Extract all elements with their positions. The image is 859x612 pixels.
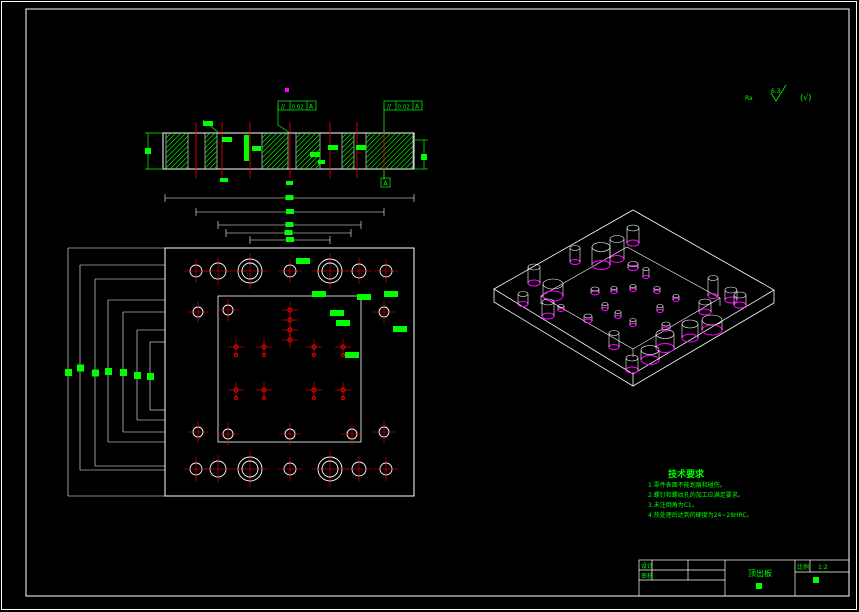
dim-label [77, 364, 84, 372]
iso-hole [629, 323, 637, 327]
sheet-inner-border [25, 8, 850, 597]
tol2-datum: A [415, 104, 420, 111]
iso-hole [681, 333, 699, 343]
dim-label [285, 222, 294, 227]
plan-holes [184, 253, 398, 487]
iso-hole [653, 290, 661, 294]
dim-label [285, 195, 294, 200]
plate-outline [164, 247, 415, 497]
title-row-label-1: 设计 [641, 562, 653, 570]
iso-hole [661, 326, 671, 332]
dim-label [147, 373, 154, 380]
iso-hole [527, 279, 541, 287]
iso-hole [642, 275, 650, 279]
tech-req-item-2: 2.螺钉和螺纹孔的加工应满足要求。 [648, 491, 744, 499]
roughness-value: 6.3 [771, 88, 781, 95]
callout-label [384, 291, 398, 297]
cad-drawing: // 0.02 A // 0.02 A A Ra 6.3 (√) 顶出板 比例 … [1, 1, 857, 610]
title-scale: 1:2 [818, 564, 828, 571]
dim-label [286, 237, 294, 242]
callout-label [393, 326, 407, 332]
iso-hole [569, 259, 581, 265]
svg-text:A: A [383, 180, 388, 188]
tol1-datum: A [309, 104, 314, 111]
tol1-value: 0.02 [292, 105, 304, 111]
iso-hole [610, 290, 618, 294]
isometric-view [493, 209, 775, 387]
callout-label [336, 320, 350, 326]
iso-hole [656, 309, 664, 313]
callout-label [330, 310, 344, 316]
section-view: // 0.02 A // 0.02 A A [145, 88, 428, 188]
dim-label [134, 372, 141, 379]
iso-hole [557, 308, 565, 312]
roughness-symbol: Ra 6.3 (√) [745, 84, 811, 102]
iso-hole [590, 290, 600, 296]
callout-label [296, 258, 310, 264]
iso-hole [608, 344, 620, 350]
tolerance-frame-2: // 0.02 A [383, 100, 423, 111]
roughness-paren: (√) [800, 93, 811, 102]
tolerance-frame-1: // 0.02 A [277, 100, 317, 111]
dim-label [286, 209, 294, 214]
tech-req-item-3: 3.未注倒角为C1。 [648, 501, 698, 509]
title-part-name: 顶出板 [748, 568, 772, 578]
roughness-label: Ra [745, 95, 753, 102]
iso-hole [626, 239, 640, 247]
plan-view [65, 194, 415, 497]
section-hatching [165, 132, 414, 170]
iso-hole [724, 296, 738, 304]
iso-hole [609, 255, 625, 263]
isometric-holes [517, 224, 747, 374]
iso-hole [698, 308, 712, 316]
dim-label [105, 368, 112, 375]
dim-label [120, 369, 127, 376]
dim-label [284, 230, 293, 235]
tol2-symbol: // [387, 104, 392, 111]
iso-hole [733, 301, 747, 309]
title-scale-label: 比例 [797, 563, 809, 571]
iso-hole [614, 315, 622, 319]
iso-hole [542, 290, 564, 302]
plan-dimensions [67, 194, 415, 497]
tech-req-item-1: 1.零件表面不能划痕和碰伤。 [648, 481, 726, 489]
iso-hole [625, 366, 639, 374]
iso-hole [541, 312, 555, 320]
dim-label [65, 369, 72, 376]
callout-label [345, 352, 359, 358]
tech-req-title: 技术要求 [668, 468, 705, 480]
tol2-value: 0.02 [398, 105, 410, 111]
callout-label [357, 294, 371, 300]
section-outline [162, 132, 415, 170]
callout-label [312, 291, 326, 297]
iso-hole [583, 318, 593, 324]
tech-req-item-4: 4.热处理后达到的硬度为24~28HRC。 [648, 511, 753, 519]
section-centerlines [195, 122, 385, 178]
datum-a: A [380, 177, 391, 188]
iso-hole [629, 288, 637, 292]
hatch-block [165, 132, 189, 170]
iso-hole [672, 298, 680, 302]
iso-hole [517, 301, 529, 307]
tol1-symbol: // [281, 104, 286, 111]
iso-hole [601, 307, 609, 311]
dim-label [92, 369, 99, 377]
title-row-label-2: 审核 [641, 572, 653, 580]
